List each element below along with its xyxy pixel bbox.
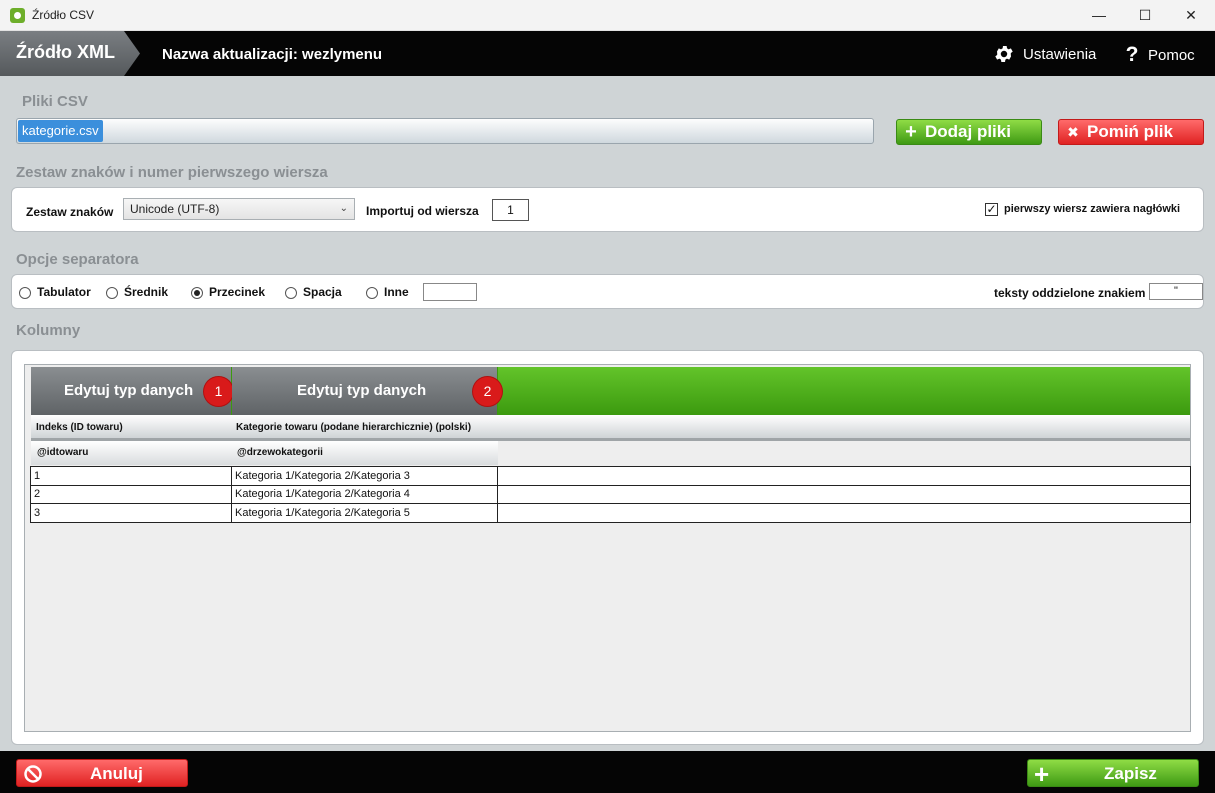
radio-space-label: Spacja bbox=[303, 285, 342, 299]
settings-button[interactable]: Ustawienia bbox=[993, 43, 1096, 65]
charset-select[interactable]: Unicode (UTF-8) ⌄ bbox=[123, 198, 355, 220]
edit-type-button-1[interactable]: Edytuj typ danych 1 bbox=[31, 367, 233, 415]
files-section-title: Pliki CSV bbox=[22, 93, 88, 110]
column-number-badge-2: 2 bbox=[473, 377, 502, 406]
radio-tabulator[interactable] bbox=[19, 287, 31, 299]
radio-space[interactable] bbox=[285, 287, 297, 299]
minimize-button[interactable]: — bbox=[1076, 0, 1122, 31]
plus-icon: + bbox=[1034, 759, 1050, 789]
close-window-button[interactable]: ✕ bbox=[1168, 0, 1214, 31]
chevron-down-icon: ⌄ bbox=[339, 203, 348, 214]
charset-value: Unicode (UTF-8) bbox=[130, 202, 220, 216]
variable-row: @idtowaru @drzewokategorii bbox=[31, 441, 498, 465]
radio-tabulator-label: Tabulator bbox=[37, 285, 91, 299]
help-label: Pomoc bbox=[1148, 46, 1195, 64]
table-row: 2 Kategoria 1/Kategoria 2/Kategoria 4 bbox=[30, 484, 1191, 504]
column-header-2: Kategorie towaru (podane hierarchicznie)… bbox=[236, 422, 472, 433]
help-button[interactable]: ? Pomoc bbox=[1124, 43, 1195, 67]
import-from-input[interactable]: 1 bbox=[492, 199, 529, 221]
radio-other-label: Inne bbox=[384, 285, 409, 299]
columns-section-title: Kolumny bbox=[16, 322, 81, 339]
skip-file-label: Pomiń plik bbox=[1087, 122, 1173, 141]
other-separator-input[interactable] bbox=[423, 283, 477, 301]
quote-char-input[interactable]: " bbox=[1149, 283, 1203, 300]
cancel-label: Anuluj bbox=[90, 764, 143, 783]
column-variable-1: @idtowaru bbox=[37, 447, 89, 458]
column-number-badge-1: 1 bbox=[204, 377, 233, 406]
add-files-button[interactable]: + Dodaj pliki bbox=[896, 119, 1042, 145]
quote-char-label: teksty oddzielone znakiem bbox=[994, 286, 1146, 300]
charset-section-title: Zestaw znaków i numer pierwszego wiersza bbox=[16, 164, 328, 181]
skip-file-button[interactable]: ✖ Pomiń plik bbox=[1058, 119, 1204, 145]
radio-comma[interactable] bbox=[191, 287, 203, 299]
plus-icon: + bbox=[905, 121, 917, 143]
maximize-button[interactable]: ☐ bbox=[1122, 0, 1168, 31]
table-cell: Kategoria 1/Kategoria 2/Kategoria 5 bbox=[231, 503, 498, 523]
table-cell bbox=[497, 466, 1191, 486]
table-cell: Kategoria 1/Kategoria 2/Kategoria 3 bbox=[231, 466, 498, 486]
radio-semicolon[interactable] bbox=[106, 287, 118, 299]
edit-type-label-2: Edytuj typ danych bbox=[297, 382, 427, 399]
charset-label: Zestaw znaków bbox=[26, 205, 114, 219]
radio-other[interactable] bbox=[366, 287, 378, 299]
table-cell: 2 bbox=[30, 484, 232, 504]
radio-semicolon-label: Średnik bbox=[124, 285, 169, 299]
edit-type-button-2[interactable]: Edytuj typ danych 2 bbox=[232, 367, 502, 415]
add-files-label: Dodaj pliki bbox=[925, 122, 1011, 141]
table-cell: Kategoria 1/Kategoria 2/Kategoria 4 bbox=[231, 484, 498, 504]
separator-section-title: Opcje separatora bbox=[16, 251, 139, 268]
column-header-1: Indeks (ID towaru) bbox=[36, 422, 123, 433]
import-from-label: Importuj od wiersza bbox=[366, 204, 479, 218]
settings-label: Ustawienia bbox=[1023, 45, 1097, 63]
header-row-checkbox[interactable]: ✓ bbox=[985, 203, 998, 216]
gear-icon bbox=[995, 46, 1013, 62]
update-name: Nazwa aktualizacji: wezlymenu bbox=[162, 46, 383, 63]
title-bar: Źródło CSV — ☐ ✕ bbox=[0, 0, 1215, 31]
table-cell bbox=[497, 484, 1191, 504]
data-table: 1 Kategoria 1/Kategoria 2/Kategoria 3 2 … bbox=[30, 466, 1191, 523]
edit-type-label-1: Edytuj typ danych bbox=[64, 382, 194, 399]
app-icon bbox=[10, 8, 25, 23]
save-label: Zapisz bbox=[1104, 764, 1157, 783]
selected-file[interactable]: kategorie.csv bbox=[18, 120, 103, 142]
header-bar: Źródło XML Nazwa aktualizacji: wezlymenu… bbox=[0, 31, 1215, 76]
table-cell: 3 bbox=[30, 503, 232, 523]
source-xml-tab[interactable]: Źródło XML bbox=[0, 31, 140, 76]
cancel-icon bbox=[24, 765, 42, 783]
column-header-row: Indeks (ID towaru) Kategorie towaru (pod… bbox=[31, 415, 1190, 441]
window-title: Źródło CSV bbox=[32, 8, 95, 22]
table-cell: 1 bbox=[30, 466, 232, 486]
help-icon: ? bbox=[1125, 43, 1139, 66]
file-list[interactable]: kategorie.csv bbox=[16, 118, 874, 144]
table-row: 1 Kategoria 1/Kategoria 2/Kategoria 3 bbox=[30, 466, 1191, 486]
column-variable-2: @drzewokategorii bbox=[237, 447, 323, 458]
cancel-button[interactable]: Anuluj bbox=[16, 759, 188, 787]
source-tab-label: Źródło XML bbox=[16, 42, 115, 62]
save-button[interactable]: + Zapisz bbox=[1027, 759, 1199, 789]
header-row-label: pierwszy wiersz zawiera nagłówki bbox=[1004, 203, 1181, 215]
table-cell bbox=[497, 503, 1191, 523]
radio-comma-label: Przecinek bbox=[209, 285, 266, 299]
table-row: 3 Kategoria 1/Kategoria 2/Kategoria 5 bbox=[30, 503, 1191, 523]
x-icon: ✖ bbox=[1067, 124, 1079, 140]
